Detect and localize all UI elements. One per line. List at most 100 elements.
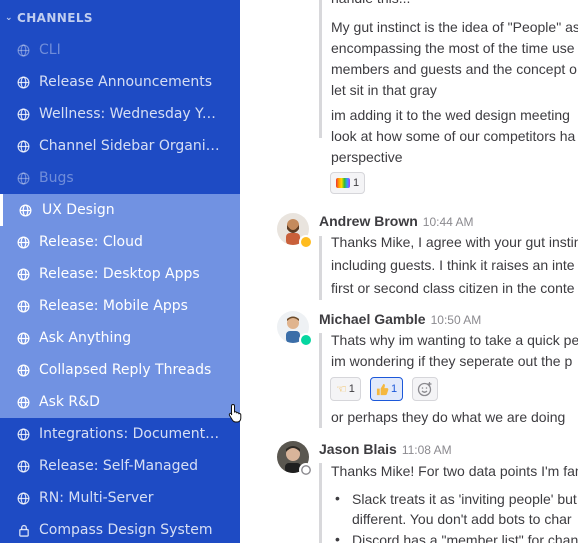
sidebar: ⌄ CHANNELS CLI Release Announcements Wel… xyxy=(0,0,240,543)
offline-status-icon xyxy=(299,463,313,477)
sidebar-item-label: Integrations: Documentati... xyxy=(39,426,224,442)
reaction-count: 1 xyxy=(353,177,360,189)
sidebar-item-rn-multi-server[interactable]: RN: Multi-Server xyxy=(0,482,240,514)
globe-icon xyxy=(0,396,39,409)
quote-bar xyxy=(319,236,322,300)
sidebar-item-channel-sidebar-organization[interactable]: Channel Sidebar Organizati... xyxy=(0,130,240,162)
bullet-line: Slack treats it as 'inviting people' but xyxy=(352,491,577,507)
sidebar-item-label: RN: Multi-Server xyxy=(39,490,154,506)
message-line: My gut instinct is the idea of "People" … xyxy=(331,19,578,35)
post-continuation: handle this... My gut instinct is the id… xyxy=(240,0,578,200)
quote-bar xyxy=(319,463,322,543)
reaction-count: 1 xyxy=(391,383,398,395)
message-line: first or second class citizen in the con… xyxy=(331,280,575,296)
post-list: handle this... My gut instinct is the id… xyxy=(240,0,578,543)
sidebar-item-label: Release: Mobile Apps xyxy=(39,298,188,314)
reaction-thumbs-up[interactable]: 1 xyxy=(370,377,404,401)
sidebar-item-release-desktop-apps[interactable]: Release: Desktop Apps xyxy=(0,258,240,290)
message-line: handle this... xyxy=(331,0,410,9)
post-time[interactable]: 10:44 AM xyxy=(423,215,474,229)
globe-icon xyxy=(0,44,39,57)
message-line: Thats why im wanting to take a quick pe xyxy=(331,332,578,348)
reaction-rainbow[interactable]: 1 xyxy=(330,172,366,194)
sidebar-item-label: Release: Self-Managed xyxy=(39,458,198,474)
sidebar-item-label: Collapsed Reply Threads xyxy=(39,362,212,378)
post-michael-gamble: Michael Gamble 10:50 AM Thats why im want… xyxy=(240,303,578,433)
post-time[interactable]: 10:50 AM xyxy=(431,313,482,327)
sidebar-item-ask-anything[interactable]: Ask Anything xyxy=(0,322,240,354)
post-jason-blais: Jason Blais 11:08 AM Thanks Mike! For two… xyxy=(240,433,578,543)
sidebar-item-label: Wellness: Wednesday Yoga xyxy=(39,106,224,122)
globe-icon xyxy=(3,204,42,217)
globe-icon xyxy=(0,76,39,89)
globe-icon xyxy=(0,364,39,377)
sidebar-item-release-mobile-apps[interactable]: Release: Mobile Apps xyxy=(0,290,240,322)
sidebar-item-label: Release: Desktop Apps xyxy=(39,266,200,282)
sidebar-item-label: Release: Cloud xyxy=(39,234,143,250)
author-name[interactable]: Jason Blais xyxy=(319,441,397,457)
author-name[interactable]: Andrew Brown xyxy=(319,213,418,229)
message-line: including guests. I think it raises an i… xyxy=(331,257,575,273)
add-emoji-icon xyxy=(417,381,433,397)
sidebar-item-compass-design-system[interactable]: Compass Design System xyxy=(0,514,240,543)
globe-icon xyxy=(0,492,39,505)
post-header: Michael Gamble 10:50 AM xyxy=(319,311,481,327)
bullet-line: different. You don't add bots to char xyxy=(352,511,572,527)
sidebar-item-label: Release Announcements xyxy=(39,74,213,90)
globe-icon xyxy=(0,460,39,473)
add-reaction-button[interactable] xyxy=(412,377,438,401)
sidebar-item-wellness[interactable]: Wellness: Wednesday Yoga xyxy=(0,98,240,130)
reaction-count: 1 xyxy=(348,383,355,395)
channels-section-title: CHANNELS xyxy=(17,11,93,25)
sidebar-item-label: Bugs xyxy=(39,170,74,186)
sidebar-item-release-self-managed[interactable]: Release: Self-Managed xyxy=(0,450,240,482)
hand-cursor-icon xyxy=(228,403,244,427)
bullet-icon: • xyxy=(335,490,340,506)
globe-icon xyxy=(0,172,39,185)
sidebar-item-label: Channel Sidebar Organizati... xyxy=(39,138,224,154)
post-andrew-brown: Andrew Brown 10:44 AM Thanks Mike, I agre… xyxy=(240,205,578,300)
sidebar-item-collapsed-reply-threads[interactable]: Collapsed Reply Threads xyxy=(0,354,240,386)
message-line: Thanks Mike, I agree with your gut insti… xyxy=(331,234,578,250)
sidebar-item-integrations-documentation[interactable]: Integrations: Documentati... xyxy=(0,418,240,450)
sidebar-item-ask-rnd[interactable]: Ask R&D xyxy=(0,386,240,418)
author-name[interactable]: Michael Gamble xyxy=(319,311,426,327)
message-line: perspective xyxy=(331,149,403,165)
sidebar-item-label: UX Design xyxy=(42,202,115,218)
sidebar-item-release-announcements[interactable]: Release Announcements xyxy=(0,66,240,98)
globe-icon xyxy=(0,236,39,249)
message-line: Thanks Mike! For two data points I'm fam xyxy=(331,463,578,479)
sidebar-item-label: CLI xyxy=(39,42,61,58)
sidebar-item-cli[interactable]: CLI xyxy=(0,34,240,66)
post-header: Jason Blais 11:08 AM xyxy=(319,441,452,457)
sidebar-item-ux-design[interactable]: UX Design xyxy=(0,194,240,226)
bullet-icon: • xyxy=(335,531,340,543)
online-status-icon xyxy=(299,333,313,347)
message-line: members and guests and the concept o xyxy=(331,61,577,77)
quote-bar xyxy=(319,333,322,428)
message-line: or perhaps they do what we are doing xyxy=(331,409,566,425)
channels-section-header[interactable]: ⌄ CHANNELS xyxy=(0,9,93,27)
sidebar-item-label: Compass Design System xyxy=(39,522,213,538)
message-line: let sit in that gray xyxy=(331,82,437,98)
away-status-icon xyxy=(299,235,313,249)
chevron-down-icon: ⌄ xyxy=(5,13,13,23)
globe-icon xyxy=(0,268,39,281)
globe-icon xyxy=(0,428,39,441)
message-line: im adding it to the wed design meeting xyxy=(331,107,570,123)
reaction-point-left[interactable]: ☜ 1 xyxy=(330,377,361,401)
message-line: encompassing the most of the time use xyxy=(331,40,575,56)
sidebar-item-label: Ask Anything xyxy=(39,330,132,346)
rainbow-icon xyxy=(336,178,350,188)
lock-icon xyxy=(0,524,39,537)
post-time[interactable]: 11:08 AM xyxy=(402,443,452,457)
globe-icon xyxy=(0,332,39,345)
thumbs-up-icon xyxy=(376,383,389,396)
sidebar-item-bugs[interactable]: Bugs xyxy=(0,162,240,194)
globe-icon xyxy=(0,108,39,121)
point-left-icon: ☜ xyxy=(336,382,347,396)
quote-bar xyxy=(319,0,322,138)
message-line: look at how some of our competitors ha xyxy=(331,128,576,144)
sidebar-item-release-cloud[interactable]: Release: Cloud xyxy=(0,226,240,258)
sidebar-item-label: Ask R&D xyxy=(39,394,100,410)
